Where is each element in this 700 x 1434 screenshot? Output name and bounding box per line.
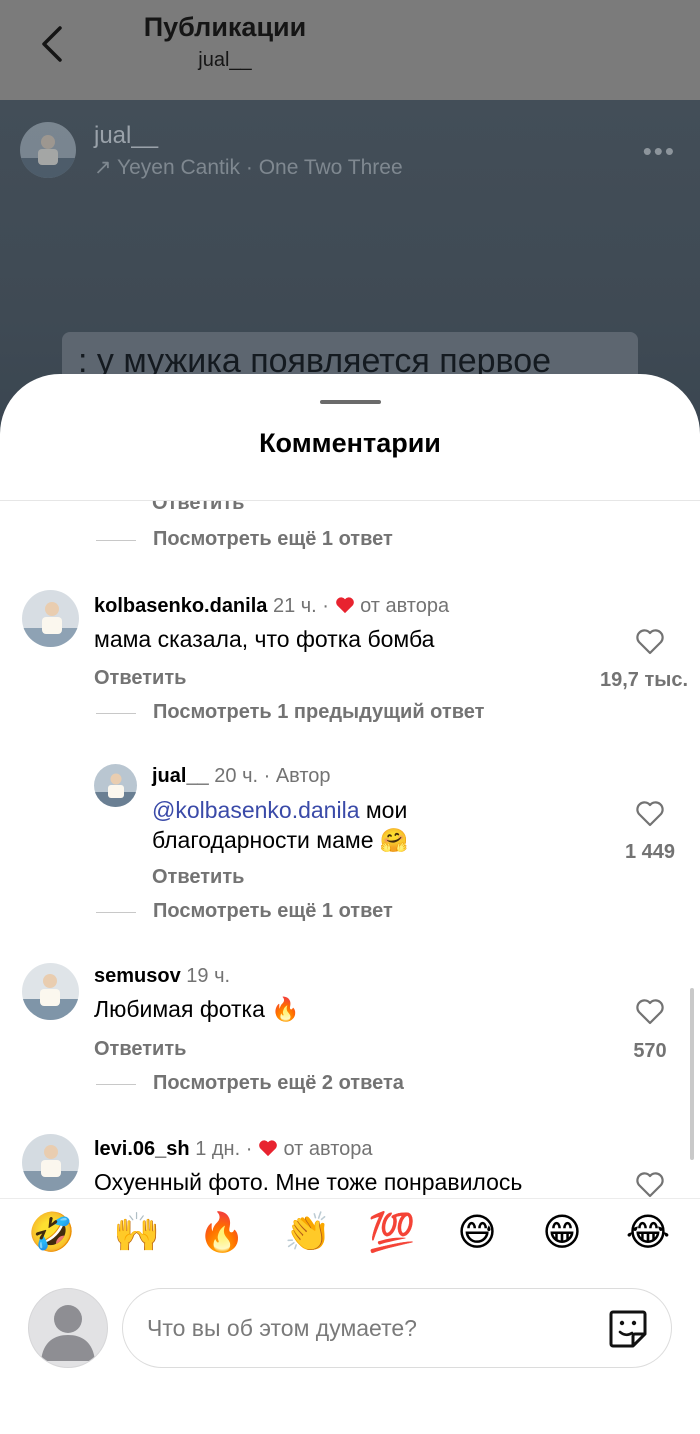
comment-input-container[interactable]: [122, 1288, 672, 1368]
quick-emoji-bar: 🤣 🙌 🔥 👏 💯 😅 😁 😂: [0, 1210, 700, 1274]
reply-button[interactable]: Ответить: [152, 501, 244, 515]
emoji-grin[interactable]: 😁: [532, 1210, 592, 1254]
comment-input[interactable]: [147, 1289, 587, 1367]
avatar[interactable]: [22, 1134, 79, 1191]
post-music-label[interactable]: ↗ Yeyen Cantik · One Two Three: [94, 155, 403, 180]
comment-time: 20 ч.: [214, 765, 259, 787]
sheet-title: Комментарии: [259, 428, 441, 458]
comment-text: Охуенный фото. Мне тоже понравилось: [94, 1169, 523, 1195]
divider: [0, 1198, 700, 1199]
separator-dot: ·: [263, 765, 271, 787]
divider: [96, 912, 136, 913]
author-liked-heart-icon: [335, 597, 354, 614]
reply-button[interactable]: Ответить: [152, 866, 244, 889]
divider: [96, 1084, 136, 1085]
more-options-icon[interactable]: •••: [643, 136, 676, 167]
comment-meta: semusov 19 ч.: [94, 965, 230, 988]
like-count: 19,7 тыс.: [600, 669, 689, 691]
author-liked-heart-icon: [259, 1140, 277, 1157]
comment-time: 21 ч.: [272, 595, 317, 617]
reply-button[interactable]: Ответить: [94, 667, 186, 690]
post-author-username[interactable]: jual__: [94, 122, 158, 150]
comment-text-line: благодарности маме 🤗: [152, 827, 409, 853]
comment-username[interactable]: kolbasenko.danila: [94, 595, 267, 617]
comment-username[interactable]: levi.06_sh: [94, 1138, 190, 1160]
comment-username[interactable]: jual__: [152, 765, 209, 787]
heart-icon[interactable]: [620, 996, 680, 1026]
author-tag: Автор: [275, 765, 331, 787]
view-more-replies[interactable]: Посмотреть ещё 2 ответа: [153, 1072, 404, 1095]
separator-dot: ·: [322, 595, 329, 617]
default-avatar-icon: [41, 1305, 95, 1361]
comment-time: 19 ч.: [186, 965, 231, 987]
comment-username[interactable]: semusov: [94, 965, 181, 987]
comment-meta: kolbasenko.danila 21 ч. · от автора: [94, 595, 449, 618]
heart-icon[interactable]: [620, 626, 680, 656]
comment-meta: jual__ 20 ч. · Автор: [152, 765, 331, 788]
comments-sheet: Комментарии Ответить Посмотреть ещё 1 от…: [0, 374, 700, 1434]
page-subtitle: jual__: [198, 49, 252, 71]
emoji-sweat-smile[interactable]: 😅: [447, 1210, 507, 1254]
comment-text: Любимая фотка 🔥: [94, 996, 300, 1022]
view-more-replies[interactable]: Посмотреть ещё 1 ответ: [153, 900, 393, 923]
avatar[interactable]: [22, 590, 79, 647]
like-count: 570: [633, 1040, 667, 1062]
emoji-joy[interactable]: 😂: [618, 1210, 678, 1254]
divider: [96, 713, 136, 714]
current-user-avatar[interactable]: [28, 1288, 108, 1368]
page-title: Публикации: [143, 12, 307, 42]
comment-text: мама сказала, что фотка бомба: [94, 626, 435, 652]
emoji-clapping[interactable]: 👏: [278, 1210, 338, 1255]
sheet-drag-handle[interactable]: [320, 400, 381, 404]
emoji-fire[interactable]: 🔥: [192, 1210, 252, 1255]
scrollbar[interactable]: [690, 988, 694, 1160]
view-previous-replies[interactable]: Посмотреть 1 предыдущий ответ: [153, 701, 484, 724]
comment-time: 1 дн.: [195, 1138, 241, 1160]
view-more-replies[interactable]: Посмотреть ещё 1 ответ: [153, 528, 393, 551]
liked-by-author-label: от автора: [283, 1138, 373, 1160]
like-count: 1 449: [624, 841, 676, 863]
emoji-rofl[interactable]: 🤣: [22, 1210, 82, 1255]
separator-dot: ·: [245, 1138, 253, 1160]
avatar[interactable]: [22, 963, 79, 1020]
divider: [96, 540, 136, 541]
top-bar: Публикации jual__: [0, 0, 700, 100]
liked-by-author-label: от автора: [360, 595, 450, 617]
sticker-icon[interactable]: [607, 1308, 649, 1350]
avatar[interactable]: [94, 764, 137, 807]
emoji-raised-hands[interactable]: 🙌: [107, 1210, 167, 1255]
comment-text: @kolbasenko.danila мои: [152, 796, 407, 825]
heart-icon[interactable]: [620, 798, 680, 828]
post-author-avatar[interactable]: [20, 122, 76, 178]
emoji-hundred[interactable]: 💯: [362, 1210, 422, 1255]
reply-button[interactable]: Ответить: [94, 1038, 186, 1061]
heart-icon[interactable]: [620, 1169, 680, 1198]
comments-list[interactable]: Ответить Посмотреть ещё 1 ответ kolbasen…: [0, 501, 700, 1198]
comment-meta: levi.06_sh 1 дн. · от автора: [94, 1138, 373, 1161]
mention-link[interactable]: @kolbasenko.danila: [152, 797, 359, 823]
comment-text-part: мои: [359, 797, 408, 823]
